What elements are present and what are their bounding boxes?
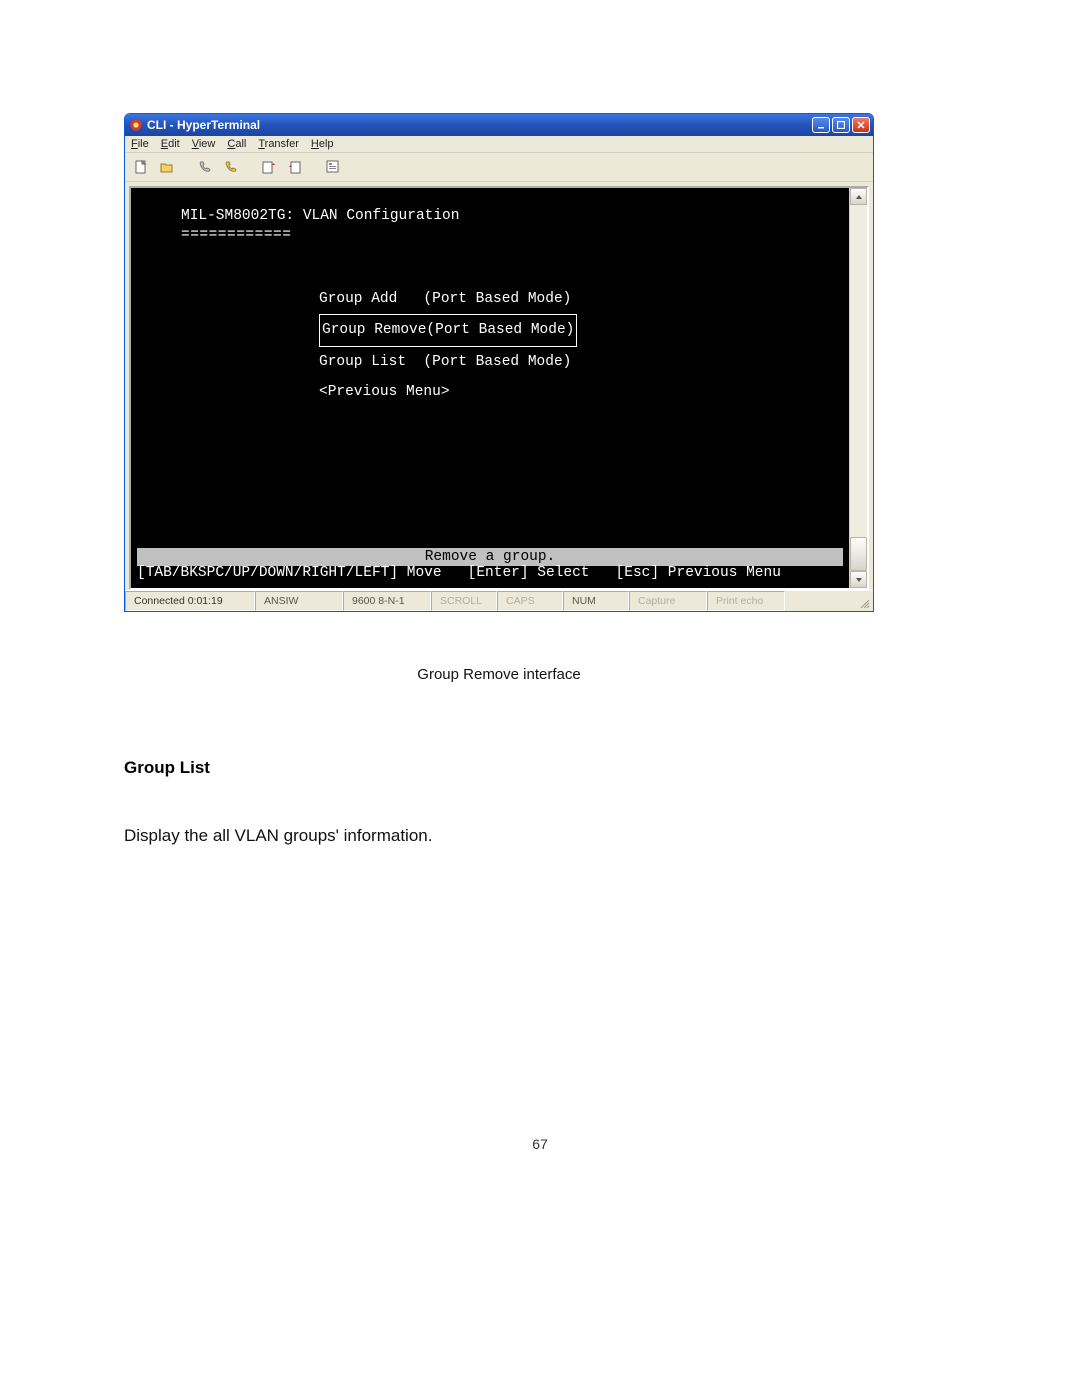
terminal-header: MIL-SM8002TG: VLAN Configuration [141, 206, 839, 227]
terminal-menu: Group Add (Port Based Mode) Group Remove… [141, 284, 839, 408]
scroll-thumb[interactable] [850, 537, 867, 571]
menu-edit[interactable]: Edit [161, 138, 180, 150]
menu-item-previous[interactable]: <Previous Menu> [141, 377, 839, 407]
properties-icon[interactable] [323, 157, 343, 177]
menu-item-group-list[interactable]: Group List (Port Based Mode) [141, 347, 839, 377]
menu-item-group-add[interactable]: Group Add (Port Based Mode) [141, 284, 839, 314]
toolbar [125, 153, 873, 182]
status-num: NUM [563, 591, 629, 611]
menu-file[interactable]: File [131, 138, 149, 150]
open-icon[interactable] [157, 157, 177, 177]
send-icon[interactable] [259, 157, 279, 177]
menu-help[interactable]: Help [311, 138, 334, 150]
menu-transfer[interactable]: Transfer [258, 138, 299, 150]
page-number: 67 [0, 1136, 1080, 1152]
status-params: 9600 8-N-1 [343, 591, 431, 611]
menu-call[interactable]: Call [227, 138, 246, 150]
status-emulation: ANSIW [255, 591, 343, 611]
status-connection: Connected 0:01:19 [125, 591, 255, 611]
menubar: File Edit View Call Transfer Help [125, 136, 873, 153]
window-title: CLI - HyperTerminal [147, 118, 260, 132]
terminal-underline: ============ [141, 225, 839, 246]
status-printecho: Print echo [707, 591, 785, 611]
close-button[interactable] [852, 117, 870, 133]
maximize-button[interactable] [832, 117, 850, 133]
resize-grip-icon[interactable] [855, 591, 873, 611]
terminal-screen[interactable]: MIL-SM8002TG: VLAN Configuration =======… [131, 188, 849, 588]
figure-caption: Group Remove interface [124, 666, 874, 683]
app-icon [129, 118, 143, 132]
hyperterminal-window: CLI - HyperTerminal File Edit View Call … [124, 113, 874, 612]
status-scroll: SCROLL [431, 591, 497, 611]
vertical-scrollbar[interactable] [849, 188, 867, 588]
new-icon[interactable] [131, 157, 151, 177]
status-capture: Capture [629, 591, 707, 611]
body-paragraph: Display the all VLAN groups' information… [124, 826, 874, 846]
receive-icon[interactable] [285, 157, 305, 177]
scroll-up-icon[interactable] [850, 188, 867, 205]
titlebar: CLI - HyperTerminal [125, 114, 873, 136]
section-heading: Group List [124, 758, 874, 778]
terminal-help-line: [TAB/BKSPC/UP/DOWN/RIGHT/LEFT] Move [Ent… [137, 563, 843, 584]
call-icon[interactable] [195, 157, 215, 177]
disconnect-icon[interactable] [221, 157, 241, 177]
scroll-down-icon[interactable] [850, 571, 867, 588]
menu-view[interactable]: View [192, 138, 216, 150]
status-caps: CAPS [497, 591, 563, 611]
status-bar: Connected 0:01:19 ANSIW 9600 8-N-1 SCROL… [125, 590, 873, 611]
minimize-button[interactable] [812, 117, 830, 133]
menu-item-group-remove[interactable]: Group Remove(Port Based Mode) [141, 314, 839, 346]
